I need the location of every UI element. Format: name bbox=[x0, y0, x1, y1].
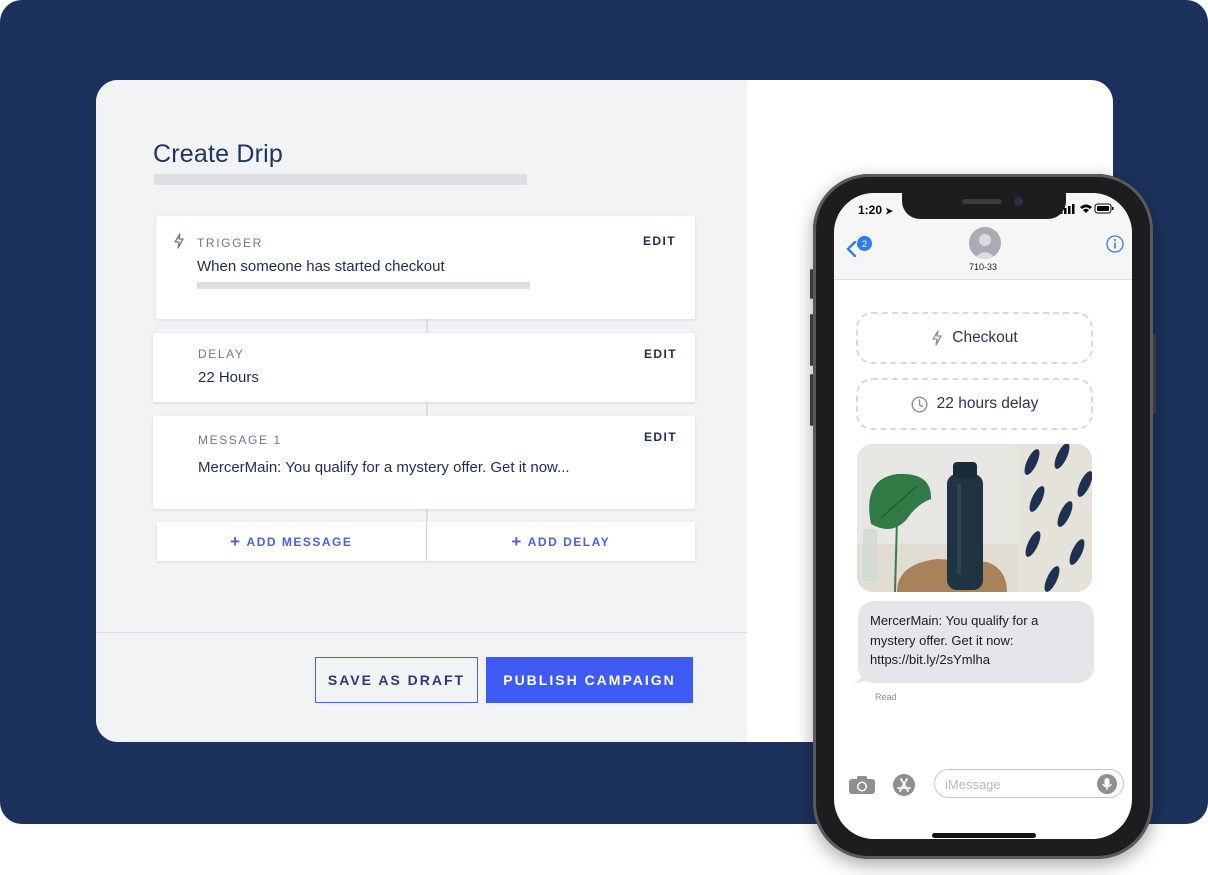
person-icon bbox=[974, 234, 996, 259]
phone-side-button bbox=[1153, 334, 1156, 414]
step-connector bbox=[426, 402, 428, 416]
edit-message-button[interactable]: EDIT bbox=[644, 430, 677, 444]
phone-side-button bbox=[810, 269, 813, 299]
add-message-label: ADD MESSAGE bbox=[246, 534, 353, 549]
edit-delay-button[interactable]: EDIT bbox=[644, 347, 677, 361]
title-placeholder-bar bbox=[154, 174, 527, 185]
delay-pill: 22 hours delay bbox=[856, 378, 1093, 430]
add-message-button[interactable]: + ADD MESSAGE bbox=[157, 522, 426, 561]
trigger-pill: Checkout bbox=[856, 312, 1093, 364]
bubble-tail bbox=[852, 665, 870, 683]
text-placeholder-bar bbox=[197, 282, 530, 289]
microphone-icon[interactable] bbox=[1097, 774, 1117, 794]
phone-notch bbox=[902, 193, 1066, 219]
phone-mockup: 1:20 ➤ 2 710-33 Checkout 22 hours delay … bbox=[810, 174, 1156, 859]
edit-trigger-button[interactable]: EDIT bbox=[643, 234, 676, 248]
step-label: DELAY bbox=[198, 347, 245, 361]
plus-icon: + bbox=[511, 532, 523, 551]
bottle-photo-image bbox=[857, 444, 1092, 592]
publish-campaign-button[interactable]: PUBLISH CAMPAIGN bbox=[486, 657, 693, 703]
home-indicator bbox=[932, 833, 1036, 838]
contact-name: 710-33 bbox=[968, 262, 998, 272]
imessage-input[interactable]: iMessage bbox=[934, 769, 1124, 798]
page-title: Create Drip bbox=[153, 140, 284, 168]
sms-message-bubble: MercerMain: You qualify for a mystery of… bbox=[858, 601, 1094, 683]
footer-divider bbox=[96, 632, 747, 633]
add-delay-label: ADD DELAY bbox=[527, 534, 611, 549]
step-connector bbox=[426, 319, 428, 333]
editor-pane: Create Drip TRIGGER When someone has sta… bbox=[96, 80, 747, 742]
add-step-row: + ADD MESSAGE + ADD DELAY bbox=[157, 522, 695, 561]
save-draft-button[interactable]: SAVE AS DRAFT bbox=[315, 657, 478, 703]
clock-icon bbox=[911, 395, 928, 413]
step-label: TRIGGER bbox=[197, 236, 263, 250]
delay-pill-label: 22 hours delay bbox=[936, 395, 1039, 412]
info-icon[interactable] bbox=[1106, 235, 1124, 253]
contact-avatar[interactable] bbox=[969, 227, 1001, 259]
step-text: 22 Hours bbox=[198, 369, 259, 386]
step-text: When someone has started checkout bbox=[197, 258, 445, 275]
status-time: 1:20 ➤ bbox=[858, 203, 893, 217]
phone-side-button bbox=[810, 374, 813, 426]
delay-step[interactable]: DELAY 22 Hours EDIT bbox=[153, 333, 695, 402]
add-delay-button[interactable]: + ADD DELAY bbox=[426, 522, 695, 561]
step-text: MercerMain: You qualify for a mystery of… bbox=[198, 459, 570, 476]
camera-icon[interactable] bbox=[848, 775, 876, 795]
phone-side-button bbox=[810, 314, 813, 366]
step-label: MESSAGE 1 bbox=[198, 433, 282, 447]
read-receipt: Read bbox=[875, 692, 897, 702]
bolt-icon bbox=[174, 233, 184, 249]
bolt-icon bbox=[932, 330, 942, 346]
trigger-step[interactable]: TRIGGER When someone has started checkou… bbox=[156, 216, 695, 319]
plus-icon: + bbox=[230, 532, 242, 551]
status-icons bbox=[1060, 203, 1114, 214]
unread-badge[interactable]: 2 bbox=[857, 236, 872, 251]
message-step[interactable]: MESSAGE 1 MercerMain: You qualify for a … bbox=[153, 416, 695, 509]
product-image bbox=[857, 444, 1092, 592]
trigger-pill-label: Checkout bbox=[952, 329, 1018, 346]
phone-screen: 1:20 ➤ 2 710-33 Checkout 22 hours delay … bbox=[834, 193, 1132, 839]
imessage-placeholder: iMessage bbox=[945, 777, 1001, 792]
app-store-icon[interactable] bbox=[892, 773, 916, 797]
